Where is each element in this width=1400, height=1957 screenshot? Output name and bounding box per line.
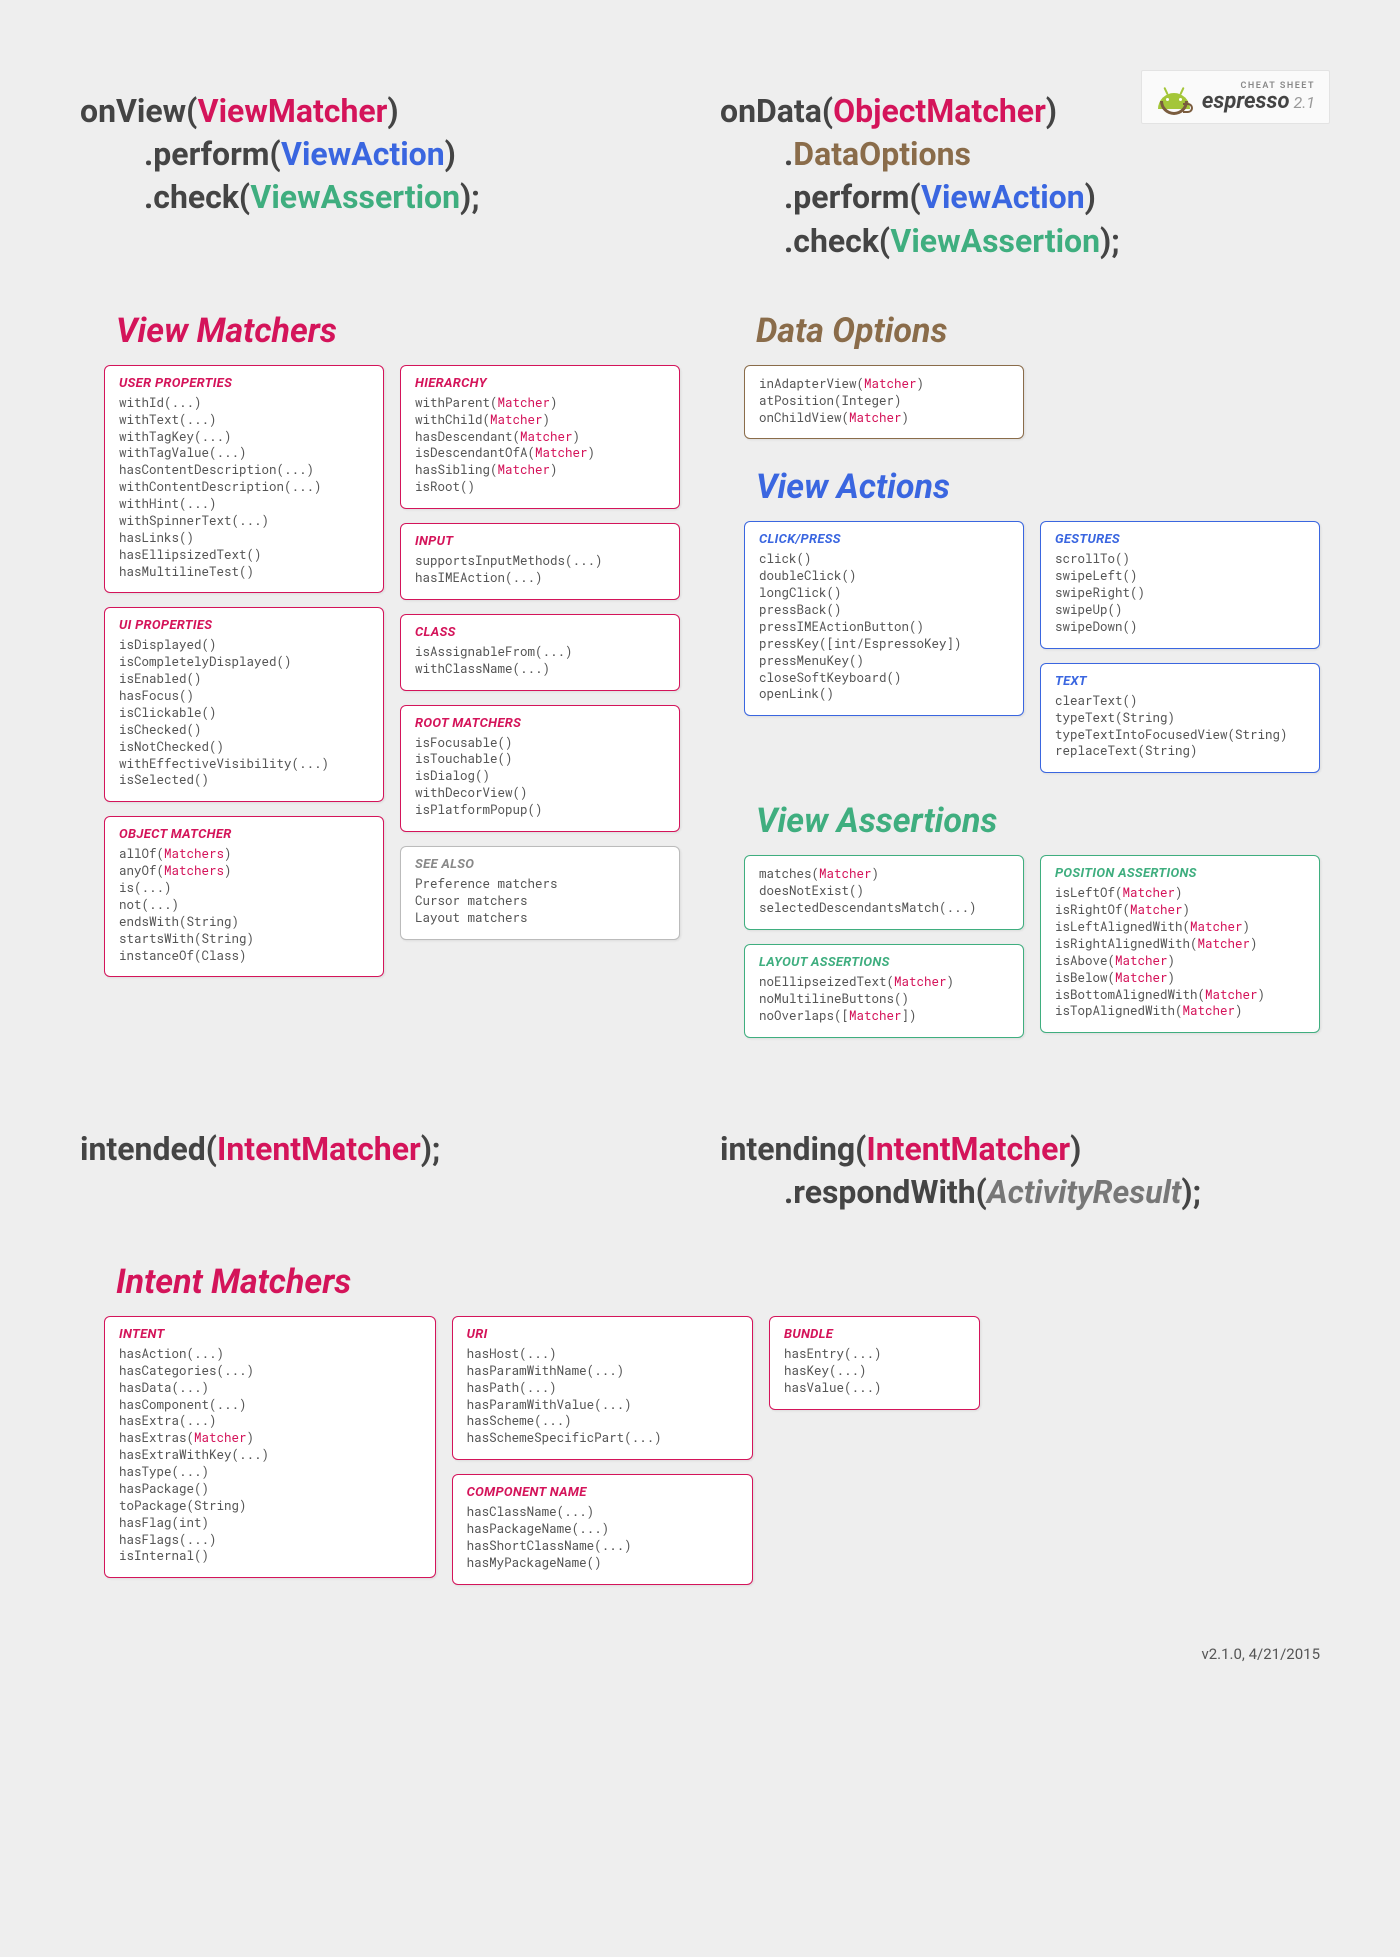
box-ui-properties: UI PROPERTIES isDisplayed() isCompletely… [104, 607, 384, 802]
box-root-matchers: ROOT MATCHERS isFocusable() isTouchable(… [400, 705, 680, 832]
box-data-options: inAdapterView(Matcher)atPosition(Integer… [744, 365, 1024, 440]
box-text: TEXT clearText() typeText(String) typeTe… [1040, 663, 1320, 774]
android-espresso-icon [1156, 79, 1192, 115]
footer-version: v2.1.0, 4/21/2015 [80, 1645, 1320, 1663]
box-uri: URI hasHost(...) hasParamWithName(...) h… [452, 1316, 753, 1460]
box-hierarchy: HIERARCHY withParent(Matcher)withChild(M… [400, 365, 680, 509]
box-bundle: BUNDLE hasEntry(...) hasKey(...) hasValu… [769, 1316, 980, 1410]
box-intent: INTENT hasAction(...)hasCategories(...)h… [104, 1316, 436, 1578]
heading-intent-matchers: Intent Matchers [116, 1262, 1320, 1302]
box-object-matcher: OBJECT MATCHER allOf(Matchers)anyOf(Matc… [104, 816, 384, 977]
logo-name: espresso [1202, 89, 1290, 114]
signature-intending: intending(IntentMatcher) .respondWith(Ac… [720, 1128, 1320, 1214]
heading-view-assertions: View Assertions [756, 801, 1320, 841]
box-position-assertions: POSITION ASSERTIONS isLeftOf(Matcher)isR… [1040, 855, 1320, 1033]
box-user-properties: USER PROPERTIES withId(...) withText(...… [104, 365, 384, 594]
box-see-also: SEE ALSO Preference matchers Cursor matc… [400, 846, 680, 940]
logo-version: 2.1 [1293, 93, 1315, 112]
signature-onview: onView(ViewMatcher) .perform(ViewAction)… [80, 90, 680, 220]
logo-badge: CHEAT SHEET espresso 2.1 [1141, 70, 1330, 124]
box-layout-assertions: LAYOUT ASSERTIONS noEllipseizedText(Matc… [744, 944, 1024, 1038]
box-click-press: CLICK/PRESS click() doubleClick() longCl… [744, 521, 1024, 716]
box-gestures: GESTURES scrollTo() swipeLeft() swipeRig… [1040, 521, 1320, 648]
heading-view-matchers: View Matchers [116, 311, 680, 351]
signature-intended: intended(IntentMatcher); [80, 1128, 680, 1171]
box-class: CLASS isAssignableFrom(...) withClassNam… [400, 614, 680, 691]
heading-data-options: Data Options [756, 311, 1320, 351]
box-component-name: COMPONENT NAME hasClassName(...) hasPack… [452, 1474, 753, 1585]
box-assertions-main: matches(Matcher)doesNotExist()selectedDe… [744, 855, 1024, 930]
heading-view-actions: View Actions [756, 467, 1320, 507]
box-input: INPUT supportsInputMethods(...) hasIMEAc… [400, 523, 680, 600]
